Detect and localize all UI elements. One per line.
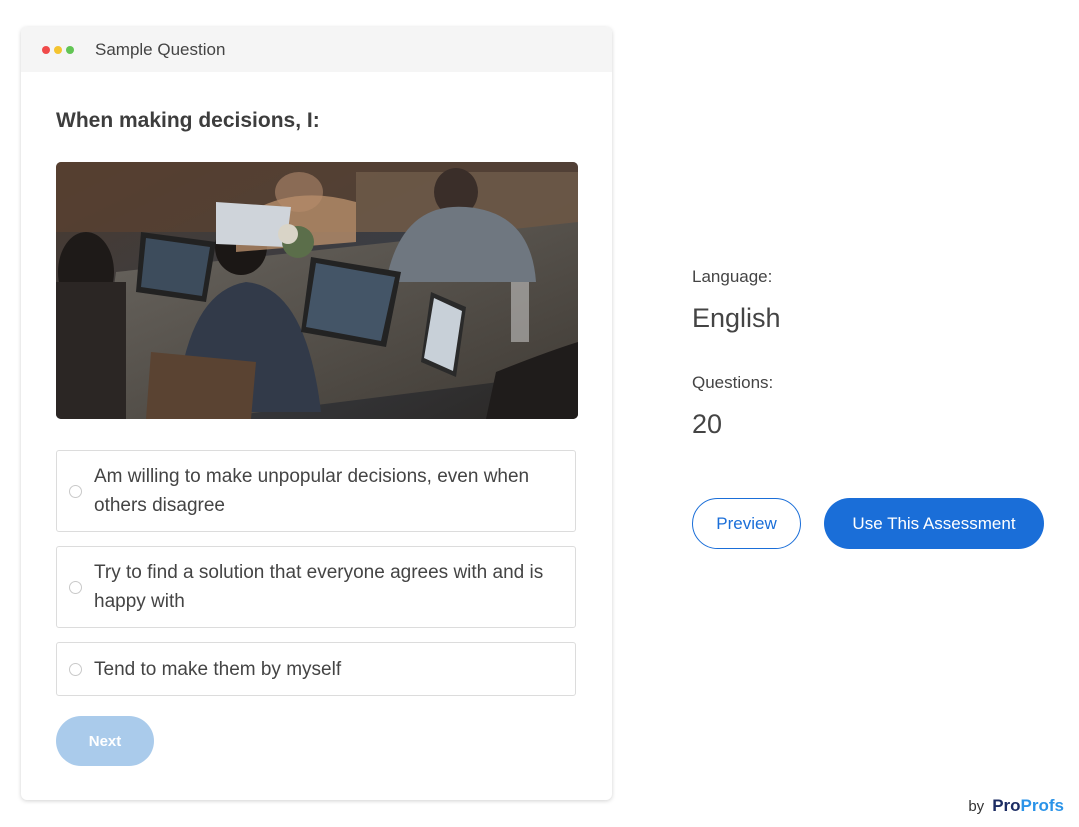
questions-count: 20 (692, 409, 723, 439)
green-dot-icon (66, 45, 74, 54)
option-label: Tend to make them by myself (94, 658, 342, 680)
language-label: Language: (692, 267, 773, 286)
answer-option-2[interactable]: Try to find a solution that everyone agr… (56, 546, 576, 628)
red-dot-icon (42, 45, 50, 54)
yellow-dot-icon (54, 45, 62, 54)
radio-button[interactable] (69, 484, 82, 498)
question-text: When making decisions, I: (56, 109, 320, 132)
questions-label: Questions: (692, 373, 774, 392)
radio-button[interactable] (69, 662, 82, 676)
by-label: by (968, 798, 985, 815)
window-dots (42, 45, 74, 54)
proprofs-branding[interactable]: by Pro Profs (968, 796, 1064, 816)
sample-question-card: Sample Question When making decisions, I… (21, 27, 612, 800)
preview-button[interactable]: Preview (692, 498, 801, 549)
card-header-title: Sample Question (95, 39, 226, 59)
next-button[interactable]: Next (56, 716, 154, 766)
answer-option-3[interactable]: Tend to make them by myself (56, 642, 576, 696)
answer-option-1[interactable]: Am willing to make unpopular decisions, … (56, 450, 576, 532)
language-value: English (692, 303, 781, 333)
brand-logo-part1: Pro (992, 796, 1021, 815)
card-header: Sample Question (21, 27, 612, 72)
use-assessment-button[interactable]: Use This Assessment (824, 498, 1044, 549)
option-label: Try to find a solution that everyone agr… (94, 562, 544, 612)
question-image (56, 162, 578, 419)
option-label: Am willing to make unpopular decisions, … (94, 466, 530, 516)
radio-button[interactable] (69, 580, 82, 594)
brand-logo-part2: Profs (1020, 796, 1064, 815)
